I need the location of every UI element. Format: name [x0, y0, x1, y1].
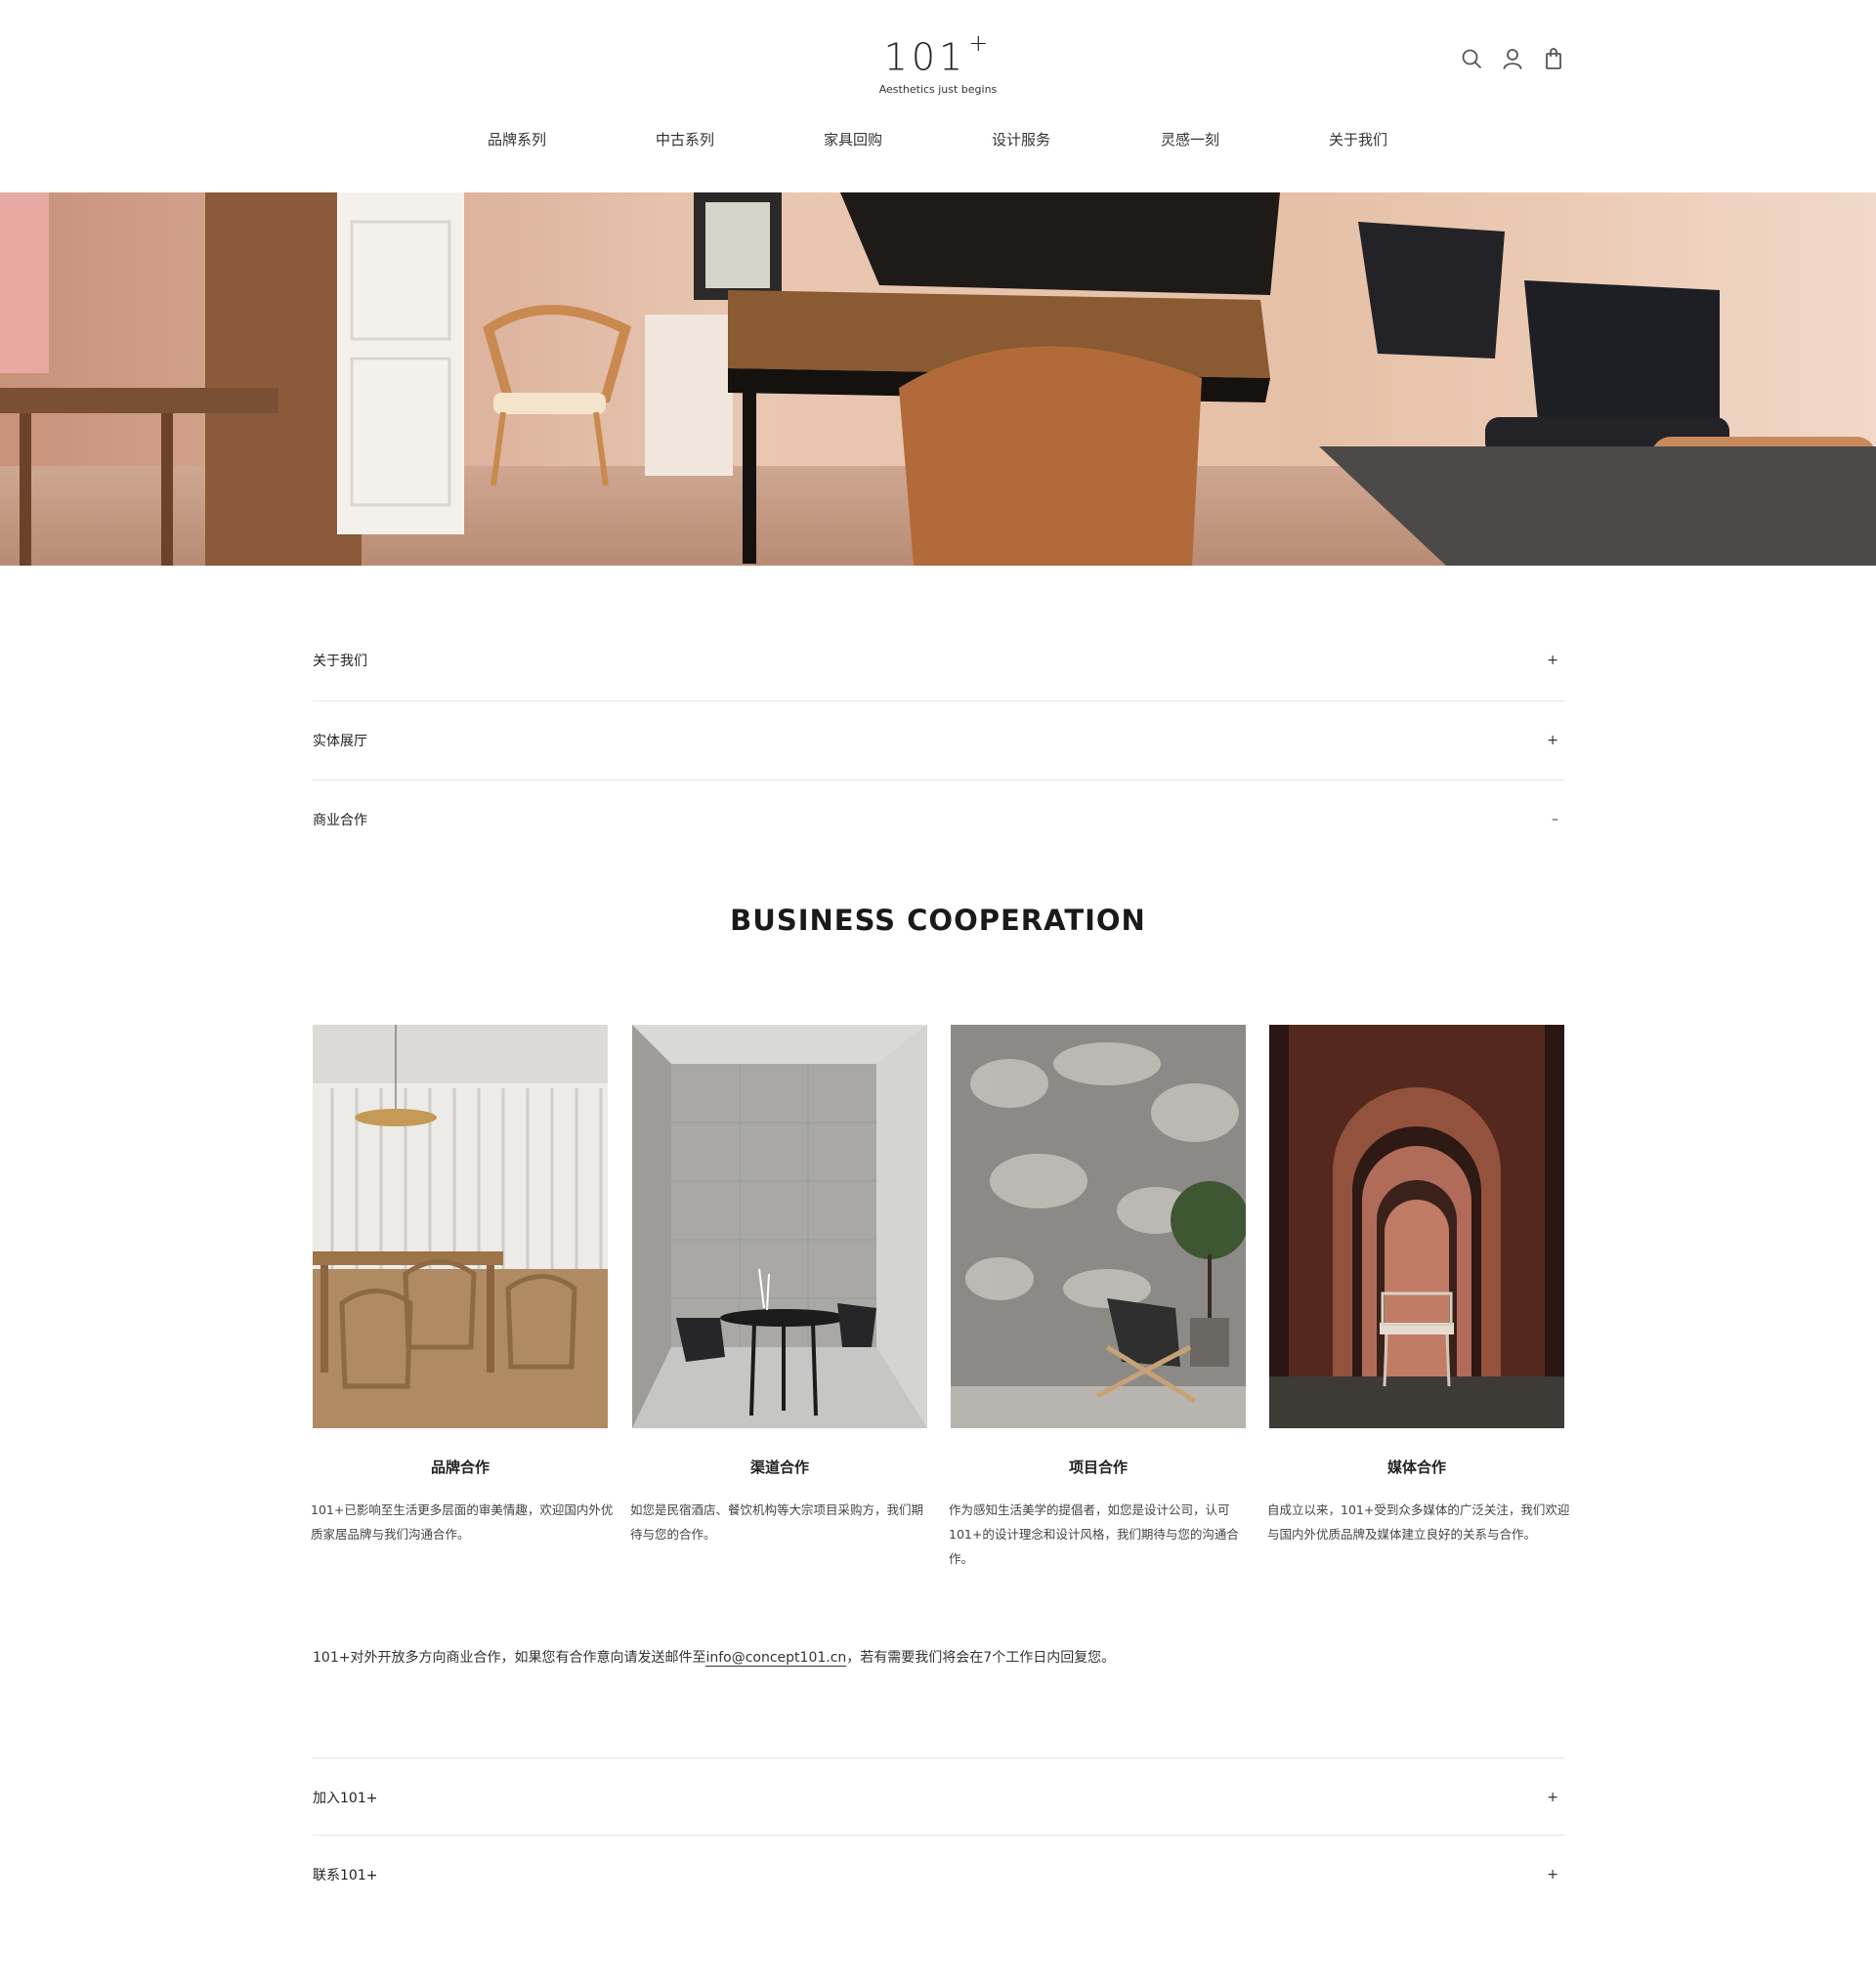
nav-item-vintage-series[interactable]: 中古系列 — [617, 127, 753, 152]
logo-plus: + — [968, 29, 993, 57]
accordion-join-label: 加入101+ — [313, 1791, 378, 1806]
section-title: BUSINESS COOPERATION — [730, 904, 1146, 937]
nav-item-about-us[interactable]: 关于我们 — [1290, 127, 1427, 152]
search-icon[interactable] — [1460, 47, 1483, 70]
hero-banner-image — [0, 192, 1876, 566]
nav-item-inspiration[interactable]: 灵感一刻 — [1122, 127, 1258, 152]
accordion-join-101[interactable]: 加入101+ + — [313, 1758, 1564, 1837]
hero-banner — [0, 192, 1876, 566]
logo-mark: 101+ — [840, 25, 1036, 81]
plus-icon[interactable]: + — [1547, 1790, 1558, 1805]
coop-card-project: 项目合作 作为感知生活美学的提倡者，如您是设计公司，认可101+的设计理念和设计… — [949, 1025, 1246, 1571]
coop-card-description: 如您是民宿酒店、餐饮机构等大宗项目采购方，我们期待与您的合作。 — [630, 1502, 924, 1542]
coop-card-media: 媒体合作 自成立以来，101+受到众多媒体的广泛关注，我们欢迎与国内外优质品牌及… — [1267, 1025, 1569, 1546]
minus-icon[interactable]: – — [1552, 812, 1558, 827]
site-header: 101+ Aesthetics just begins 品牌系列 中古系列 家具… — [0, 0, 1876, 192]
accordion-contact-101[interactable]: 联系101+ + — [313, 1836, 1564, 1914]
coop-card-image — [951, 1025, 1246, 1428]
accordion-business-cooperation[interactable]: 商业合作 – — [313, 781, 1564, 859]
nav-item-design-service[interactable]: 设计服务 — [953, 127, 1089, 152]
shopping-bag-icon[interactable] — [1542, 47, 1565, 70]
coop-card-brand: 品牌合作 101+已影响至生活更多层面的审美情趣，欢迎国内外优质家居品牌与我们沟… — [311, 1025, 613, 1546]
contact-suffix: ，若有需要我们将会在7个工作日内回复您。 — [846, 1650, 1116, 1666]
header-icon-group — [1460, 47, 1565, 70]
accordion-about-us-label: 关于我们 — [313, 654, 367, 669]
coop-card-description: 作为感知生活美学的提倡者，如您是设计公司，认可101+的设计理念和设计风格，我们… — [949, 1502, 1239, 1566]
coop-card-description: 101+已影响至生活更多层面的审美情趣，欢迎国内外优质家居品牌与我们沟通合作。 — [311, 1502, 614, 1542]
coop-card-title: 品牌合作 — [430, 1459, 490, 1476]
plus-icon[interactable]: + — [1547, 653, 1558, 668]
accordion-showroom[interactable]: 实体展厅 + — [313, 701, 1564, 780]
nav-item-brand-series[interactable]: 品牌系列 — [448, 127, 585, 152]
coop-card-image — [632, 1025, 927, 1428]
coop-card-image — [313, 1025, 608, 1428]
logo-text: 101 — [883, 35, 967, 79]
accordion-showroom-label: 实体展厅 — [313, 734, 367, 749]
coop-card-title: 媒体合作 — [1386, 1459, 1446, 1476]
accordion-business-label: 商业合作 — [313, 813, 367, 828]
main-nav: 品牌系列 中古系列 家具回购 设计服务 灵感一刻 关于我们 — [0, 127, 1876, 152]
coop-card-title: 渠道合作 — [749, 1459, 809, 1476]
accordion-about-us[interactable]: 关于我们 + — [313, 621, 1564, 699]
brand-logo[interactable]: 101+ Aesthetics just begins — [840, 25, 1036, 97]
logo-tagline: Aesthetics just begins — [878, 82, 998, 96]
coop-card-description: 自成立以来，101+受到众多媒体的广泛关注，我们欢迎与国内外优质品牌及媒体建立良… — [1267, 1502, 1570, 1542]
coop-card-image — [1269, 1025, 1564, 1428]
accordion-contact-label: 联系101+ — [313, 1868, 378, 1883]
plus-icon[interactable]: + — [1547, 733, 1558, 748]
plus-icon[interactable]: + — [1547, 1867, 1558, 1882]
coop-card-channel: 渠道合作 如您是民宿酒店、餐饮机构等大宗项目采购方，我们期待与您的合作。 — [630, 1025, 927, 1546]
contact-statement: 101+对外开放多方向商业合作，如果您有合作意向请发送邮件至info@conce… — [313, 1646, 1564, 1670]
nav-item-furniture-buyback[interactable]: 家具回购 — [785, 127, 921, 152]
contact-prefix: 101+对外开放多方向商业合作，如果您有合作意向请发送邮件至 — [313, 1650, 706, 1666]
coop-card-title: 项目合作 — [1068, 1459, 1128, 1476]
contact-email-link[interactable]: info@concept101.cn — [705, 1650, 847, 1667]
user-icon[interactable] — [1501, 47, 1524, 70]
